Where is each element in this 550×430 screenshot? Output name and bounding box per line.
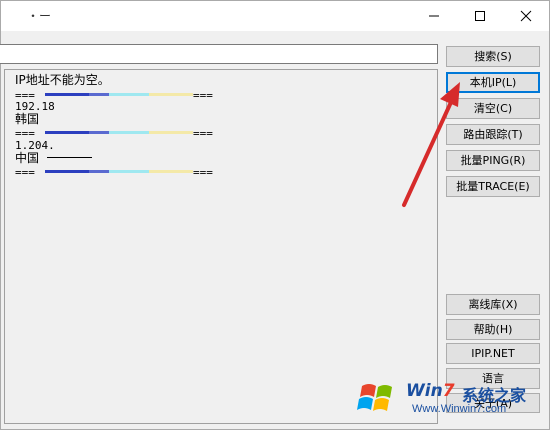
separator-2: === === xyxy=(15,127,215,140)
ipip-net-button[interactable]: IPIP.NET xyxy=(446,343,540,364)
window-title: ・ー xyxy=(27,9,52,23)
offline-db-button[interactable]: 离线库(X) xyxy=(446,294,540,315)
windows-logo-icon xyxy=(357,384,392,411)
close-icon xyxy=(520,10,532,22)
sep-bars xyxy=(45,93,193,96)
ip-input[interactable] xyxy=(0,44,438,64)
close-button[interactable] xyxy=(503,1,549,31)
clear-button[interactable]: 清空(C) xyxy=(446,98,540,119)
maximize-button[interactable] xyxy=(457,1,503,31)
local-ip-button[interactable]: 本机IP(L) xyxy=(446,72,540,93)
redaction-line xyxy=(47,157,92,158)
batch-trace-button[interactable]: 批量TRACE(E) xyxy=(446,176,540,197)
minimize-button[interactable] xyxy=(411,1,457,31)
sep-suffix: === xyxy=(193,166,213,179)
sep-suffix: === xyxy=(193,89,213,102)
watermark-url: Www.Winwin7.com xyxy=(412,403,507,415)
sep-bars xyxy=(45,170,193,173)
minimize-icon xyxy=(429,15,439,17)
watermark-seven: 7 xyxy=(442,381,455,401)
error-message: IP地址不能为空。 xyxy=(15,73,110,87)
watermark-brand: Win7 xyxy=(406,381,455,401)
watermark-win: Win xyxy=(406,381,443,401)
separator-1: === === xyxy=(15,89,215,102)
separator-3: === === xyxy=(15,166,215,179)
help-button[interactable]: 帮助(H) xyxy=(446,319,540,340)
result-output[interactable]: IP地址不能为空。 === === 192.18 韩国 === === 1.20… xyxy=(4,69,438,424)
maximize-icon xyxy=(475,11,485,21)
sep-bars xyxy=(45,131,193,134)
country-line-1: 韩国 xyxy=(15,112,40,126)
batch-ping-button[interactable]: 批量PING(R) xyxy=(446,150,540,171)
title-bar[interactable]: ・ー xyxy=(1,1,549,31)
sep-suffix: === xyxy=(193,127,213,140)
search-button[interactable]: 搜索(S) xyxy=(446,46,540,67)
traceroute-button[interactable]: 路由跟踪(T) xyxy=(446,124,540,145)
country-line-2: 中国 xyxy=(15,151,40,165)
sep-prefix: === xyxy=(15,166,35,179)
